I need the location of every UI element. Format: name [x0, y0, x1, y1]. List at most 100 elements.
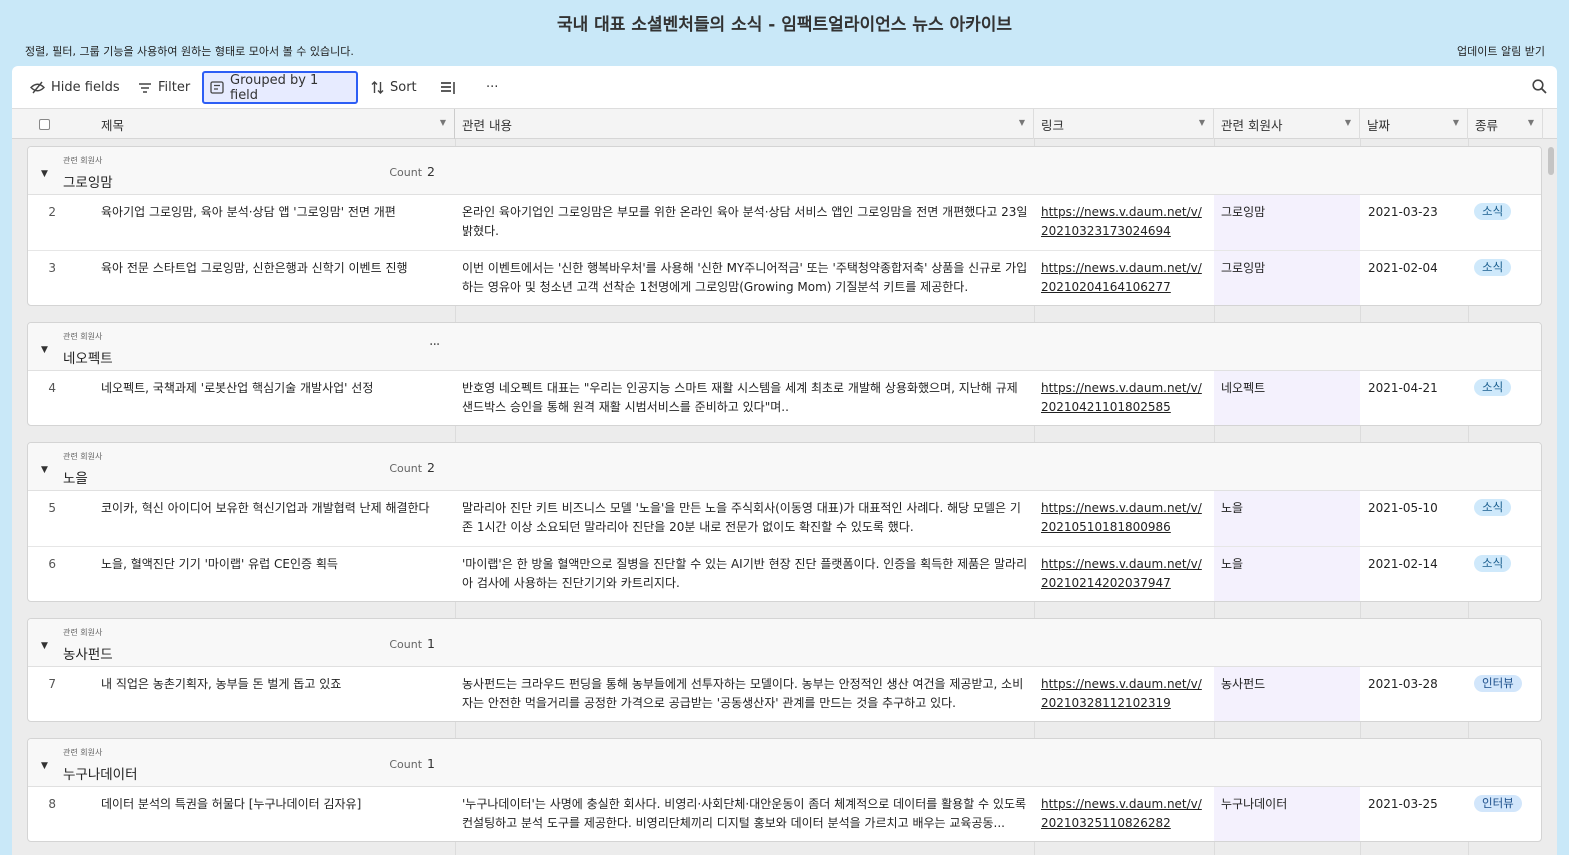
cell-date[interactable]: 2021-05-10 — [1360, 491, 1468, 546]
collapse-caret-icon[interactable]: ▼ — [41, 641, 48, 651]
cell-type[interactable]: 소식 — [1468, 371, 1541, 425]
chevron-down-icon[interactable]: ▼ — [1345, 118, 1351, 127]
sort-button[interactable]: Sort — [365, 71, 423, 104]
row-height-button[interactable] — [434, 71, 462, 104]
cell-member[interactable]: 노을 — [1214, 491, 1360, 546]
group-header[interactable]: ▼ 관련 회원사 농사펀드 Count 1 — [28, 619, 1541, 667]
cell-date[interactable]: 2021-04-21 — [1360, 371, 1468, 425]
cell-title[interactable]: 내 직업은 농촌기획자, 농부들 돈 벌게 돕고 있죠 — [101, 667, 451, 721]
chevron-down-icon[interactable]: ▼ — [1528, 118, 1534, 127]
cell-content[interactable]: 농사펀드는 크라우드 펀딩을 통해 농부들에게 선투자하는 모델이다. 농부는 … — [455, 667, 1035, 719]
group-header[interactable]: ▼ 관련 회원사 네오펙트 ··· — [28, 323, 1541, 371]
table-row[interactable]: 5 코이카, 혁신 아이디어 보유한 혁신기업과 개발협력 난제 해결한다 말라… — [28, 491, 1541, 547]
cell-title[interactable]: 코이카, 혁신 아이디어 보유한 혁신기업과 개발협력 난제 해결한다 — [101, 491, 451, 546]
cell-member[interactable]: 농사펀드 — [1214, 667, 1360, 721]
cell-date[interactable]: 2021-02-04 — [1360, 251, 1468, 305]
cell-type[interactable]: 소식 — [1468, 195, 1541, 250]
cell-link[interactable]: https://news.v.daum.net/v/20210325110826… — [1034, 787, 1214, 841]
vertical-scrollbar[interactable] — [1548, 147, 1554, 175]
group-count: Count 1 — [389, 756, 435, 771]
collapse-caret-icon[interactable]: ▼ — [41, 761, 48, 771]
cell-member[interactable]: 그로잉맘 — [1214, 195, 1360, 250]
column-header-type[interactable]: 종류 ▼ — [1468, 109, 1543, 139]
cell-link[interactable]: https://news.v.daum.net/v/20210323173024… — [1034, 195, 1214, 250]
article-link[interactable]: https://news.v.daum.net/v/20210328112102… — [1041, 677, 1202, 710]
column-header-content[interactable]: 관련 내용 ▼ — [455, 109, 1034, 139]
cell-member[interactable]: 누구나데이터 — [1214, 787, 1360, 841]
cell-content[interactable]: 온라인 육아기업인 그로잉맘은 부모를 위한 온라인 육아 분석·상담 서비스 … — [455, 195, 1035, 247]
cell-type[interactable]: 소식 — [1468, 251, 1541, 305]
sort-label: Sort — [390, 80, 417, 95]
column-header-member[interactable]: 관련 회원사 ▼ — [1214, 109, 1360, 139]
cell-type[interactable]: 소식 — [1468, 547, 1541, 601]
article-link[interactable]: https://news.v.daum.net/v/20210323173024… — [1041, 205, 1202, 238]
cell-date[interactable]: 2021-03-25 — [1360, 787, 1468, 841]
filter-button[interactable]: Filter — [132, 71, 196, 104]
group-name: 노을 — [63, 471, 88, 487]
cell-title[interactable]: 데이터 분석의 특권을 허물다 [누구나데이터 김자유] — [101, 787, 451, 841]
cell-content[interactable]: 이번 이벤트에서는 '신한 행복바우처'를 사용해 '신한 MY주니어적금' 또… — [455, 251, 1035, 303]
article-link[interactable]: https://news.v.daum.net/v/20210510181800… — [1041, 501, 1202, 534]
cell-content[interactable]: '마이랩'은 한 방울 혈액만으로 질병을 진단할 수 있는 AI기반 현장 진… — [455, 547, 1035, 599]
filter-icon — [139, 82, 151, 93]
column-header-date[interactable]: 날짜 ▼ — [1360, 109, 1468, 139]
group-count: Count 2 — [389, 460, 435, 475]
cell-date[interactable]: 2021-03-23 — [1360, 195, 1468, 250]
group-field-label: 관련 회원사 — [63, 332, 103, 341]
collapse-caret-icon[interactable]: ▼ — [41, 169, 48, 179]
cell-type[interactable]: 인터뷰 — [1468, 667, 1541, 721]
count-label: Count — [389, 638, 423, 651]
cell-link[interactable]: https://news.v.daum.net/v/20210421101802… — [1034, 371, 1214, 425]
column-content-label: 관련 내용 — [462, 117, 512, 133]
chevron-down-icon[interactable]: ▼ — [1453, 118, 1459, 127]
table-row[interactable]: 8 데이터 분석의 특권을 허물다 [누구나데이터 김자유] '누구나데이터'는… — [28, 787, 1541, 841]
select-all-checkbox[interactable] — [39, 119, 50, 130]
cell-date[interactable]: 2021-02-14 — [1360, 547, 1468, 601]
chevron-down-icon[interactable]: ▼ — [440, 118, 446, 127]
group-button[interactable]: Grouped by 1 field — [202, 71, 358, 104]
record-group: ▼ 관련 회원사 누구나데이터 Count 1 8 데이터 분석의 특권을 허물다… — [27, 738, 1542, 842]
cell-type[interactable]: 인터뷰 — [1468, 787, 1541, 841]
table-row[interactable]: 4 네오펙트, 국책과제 '로봇산업 핵심기술 개발사업' 선정 반호영 네오펙… — [28, 371, 1541, 425]
column-header-title[interactable]: 제목 ▼ — [94, 109, 455, 139]
row-number: 5 — [48, 501, 56, 515]
collapse-caret-icon[interactable]: ▼ — [41, 345, 48, 355]
cell-title[interactable]: 네오펙트, 국책과제 '로봇산업 핵심기술 개발사업' 선정 — [101, 371, 451, 425]
more-options-button[interactable]: ··· — [480, 71, 504, 104]
article-link[interactable]: https://news.v.daum.net/v/20210421101802… — [1041, 381, 1202, 414]
group-header[interactable]: ▼ 관련 회원사 누구나데이터 Count 1 — [28, 739, 1541, 787]
chevron-down-icon[interactable]: ▼ — [1019, 118, 1025, 127]
cell-member[interactable]: 노을 — [1214, 547, 1360, 601]
cell-content[interactable]: 반호영 네오펙트 대표는 "우리는 인공지능 스마트 재활 시스템을 세계 최초… — [455, 371, 1035, 423]
cell-title[interactable]: 육아기업 그로잉맘, 육아 분석·상담 앱 '그로잉맘' 전면 개편 — [101, 195, 451, 250]
cell-link[interactable]: https://news.v.daum.net/v/20210214202037… — [1034, 547, 1214, 601]
cell-content[interactable]: 말라리아 진단 키트 비즈니스 모델 '노을'을 만든 노을 주식회사(이동영 … — [455, 491, 1035, 543]
cell-type[interactable]: 소식 — [1468, 491, 1541, 546]
article-link[interactable]: https://news.v.daum.net/v/20210214202037… — [1041, 557, 1202, 590]
cell-member[interactable]: 네오펙트 — [1214, 371, 1360, 425]
group-more-icon[interactable]: ··· — [429, 337, 440, 353]
cell-link[interactable]: https://news.v.daum.net/v/20210328112102… — [1034, 667, 1214, 721]
table-row[interactable]: 7 내 직업은 농촌기획자, 농부들 돈 벌게 돕고 있죠 농사펀드는 크라우드… — [28, 667, 1541, 721]
column-header-link[interactable]: 링크 ▼ — [1034, 109, 1214, 139]
group-header[interactable]: ▼ 관련 회원사 그로잉맘 Count 2 — [28, 147, 1541, 195]
page-subtitle: 정렬, 필터, 그룹 기능을 사용하여 원하는 형태로 모아서 볼 수 있습니다… — [25, 45, 354, 58]
subscribe-updates-link[interactable]: 업데이트 알림 받기 — [1457, 43, 1545, 59]
table-row[interactable]: 3 육아 전문 스타트업 그로잉맘, 신한은행과 신학기 이벤트 진행 이번 이… — [28, 251, 1541, 305]
table-row[interactable]: 2 육아기업 그로잉맘, 육아 분석·상담 앱 '그로잉맘' 전면 개편 온라인… — [28, 195, 1541, 251]
hide-fields-button[interactable]: Hide fields — [24, 71, 126, 104]
article-link[interactable]: https://news.v.daum.net/v/20210325110826… — [1041, 797, 1202, 830]
cell-title[interactable]: 육아 전문 스타트업 그로잉맘, 신한은행과 신학기 이벤트 진행 — [101, 251, 451, 305]
table-row[interactable]: 6 노을, 혈액진단 기기 '마이랩' 유럽 CE인증 획득 '마이랩'은 한 … — [28, 547, 1541, 601]
cell-date[interactable]: 2021-03-28 — [1360, 667, 1468, 721]
chevron-down-icon[interactable]: ▼ — [1199, 118, 1205, 127]
cell-content[interactable]: '누구나데이터'는 사명에 충실한 회사다. 비영리·사회단체·대안운동이 좀더… — [455, 787, 1035, 839]
cell-link[interactable]: https://news.v.daum.net/v/20210204164106… — [1034, 251, 1214, 305]
article-link[interactable]: https://news.v.daum.net/v/20210204164106… — [1041, 261, 1202, 294]
cell-title[interactable]: 노을, 혈액진단 기기 '마이랩' 유럽 CE인증 획득 — [101, 547, 451, 601]
collapse-caret-icon[interactable]: ▼ — [41, 465, 48, 475]
cell-link[interactable]: https://news.v.daum.net/v/20210510181800… — [1034, 491, 1214, 546]
search-icon[interactable] — [1532, 79, 1547, 94]
cell-member[interactable]: 그로잉맘 — [1214, 251, 1360, 305]
group-header[interactable]: ▼ 관련 회원사 노을 Count 2 — [28, 443, 1541, 491]
